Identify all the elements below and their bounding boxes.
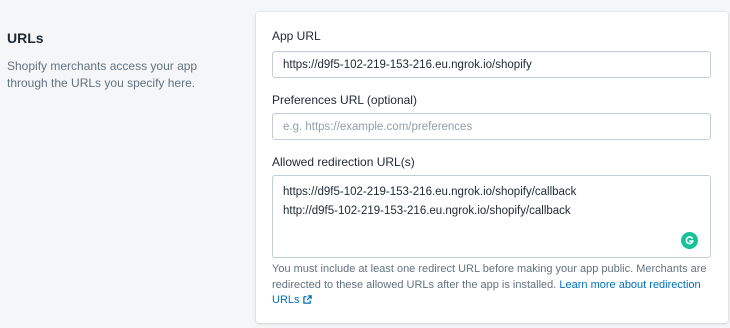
redirection-url-line: http://d9f5-102-219-153-216.eu.ngrok.io/… <box>283 205 571 217</box>
redirection-urls-label: Allowed redirection URL(s) <box>272 155 415 169</box>
preferences-url-label: Preferences URL (optional) <box>272 93 417 107</box>
page: URLs Shopify merchants access your app t… <box>0 0 730 328</box>
redirection-url-line: https://d9f5-102-219-153-216.eu.ngrok.io… <box>283 186 577 198</box>
app-url-label: App URL <box>272 29 321 43</box>
section-description: Shopify merchants access your app throug… <box>7 59 198 90</box>
app-url-input[interactable]: https://d9f5-102-219-153-216.eu.ngrok.io… <box>272 51 711 78</box>
redirection-urls-textarea[interactable]: https://d9f5-102-219-153-216.eu.ngrok.io… <box>272 175 711 258</box>
section-annotation: URLs Shopify merchants access your app t… <box>7 28 237 92</box>
redirection-help-text: You must include at least one redirect U… <box>272 262 712 309</box>
preferences-url-input[interactable]: e.g. https://example.com/preferences <box>272 113 711 140</box>
urls-card: App URL https://d9f5-102-219-153-216.eu.… <box>256 12 728 323</box>
external-link-icon <box>302 295 312 304</box>
section-title: URLs <box>7 30 44 46</box>
grammarly-icon[interactable] <box>681 232 698 249</box>
